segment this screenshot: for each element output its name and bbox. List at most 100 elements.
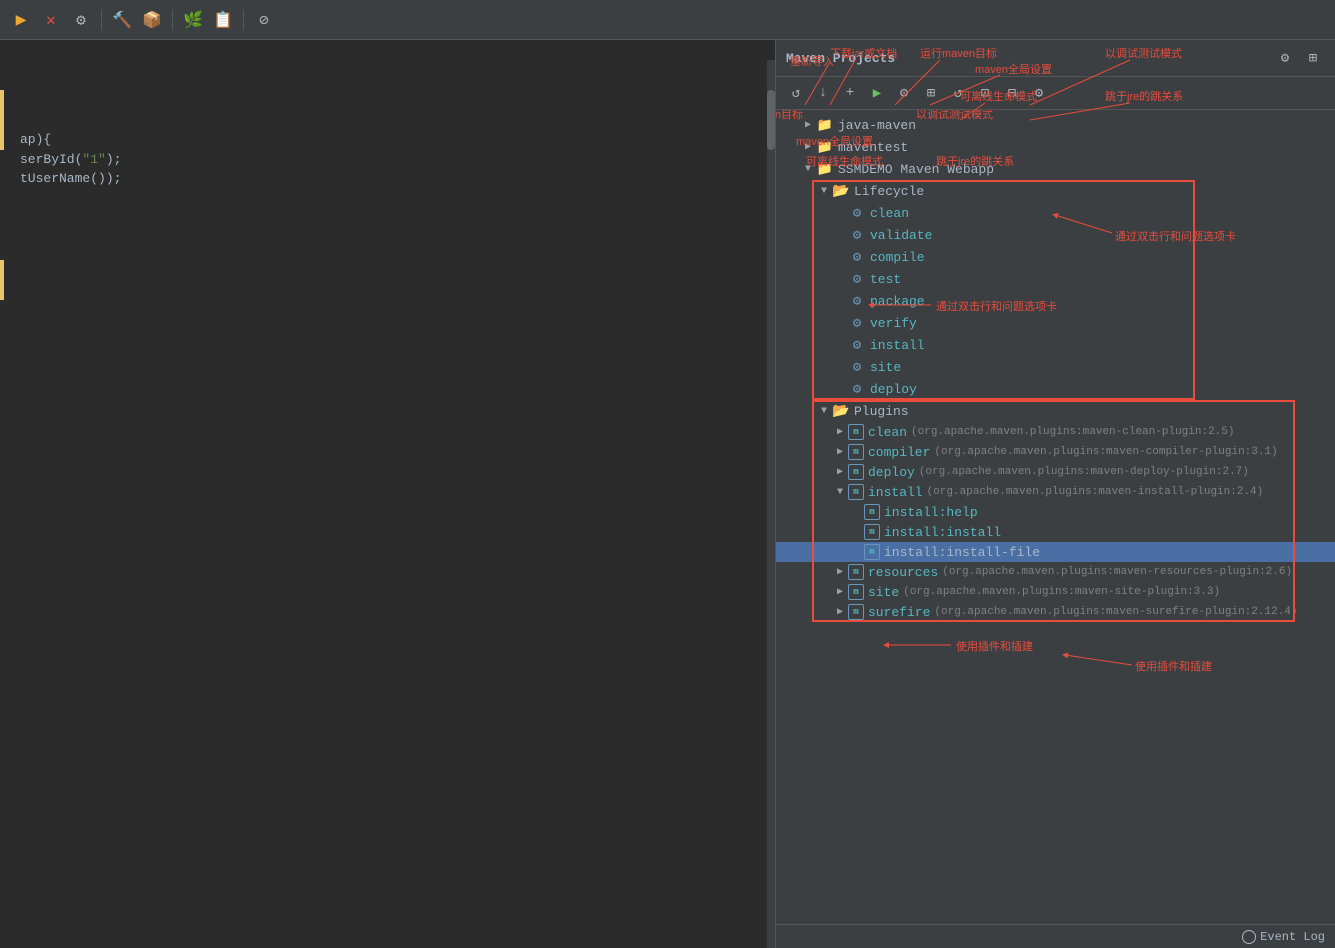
lifecycle-compile[interactable]: ⚙ compile (776, 246, 1335, 268)
event-log-btn[interactable]: Event Log (1242, 930, 1325, 944)
gear-icon-compile: ⚙ (848, 248, 866, 266)
gear-toolbar-icon[interactable]: ⚙ (68, 7, 94, 33)
gear-icon-verify: ⚙ (848, 314, 866, 332)
label-ssmdemo: SSMDEMO Maven Webapp (838, 162, 994, 177)
lifecycle-verify[interactable]: ⚙ verify (776, 312, 1335, 334)
plugin-icon-goal-help: m (864, 504, 880, 520)
lifecycle-clean[interactable]: ⚙ clean (776, 202, 1335, 224)
code-line-3: tUserName()); (0, 169, 775, 189)
lifecycle-test[interactable]: ⚙ test (776, 268, 1335, 290)
label-plugin-surefire-detail: (org.apache.maven.plugins:maven-surefire… (934, 606, 1297, 618)
label-plugin-surefire-name: surefire (868, 605, 930, 620)
label-goal-install-file: install:install-file (884, 545, 1040, 560)
git-icon[interactable]: 📋 (210, 7, 236, 33)
arrow-maventest: ▶ (800, 141, 816, 153)
arrow-plugin-clean: ▶ (832, 426, 848, 438)
yellow-bar-2 (0, 260, 4, 300)
arrow-plugin-install: ▼ (832, 487, 848, 498)
debug-btn[interactable]: ⊟ (1000, 81, 1024, 105)
project-ssmdemo[interactable]: ▼ 📁 SSMDEMO Maven Webapp (776, 158, 1335, 180)
plugin-icon-clean: m (848, 424, 864, 440)
goal-install-install[interactable]: m install:install (776, 522, 1335, 542)
arrow-plugin-deploy: ▶ (832, 466, 848, 478)
label-maventest: maventest (838, 140, 908, 155)
label-clean: clean (870, 206, 909, 221)
label-verify: verify (870, 316, 917, 331)
label-plugin-install-name: install (868, 485, 923, 500)
folder-icon-lifecycle: 📂 (832, 182, 850, 200)
lifecycle-package[interactable]: ⚙ package (776, 290, 1335, 312)
gear-icon-install: ⚙ (848, 336, 866, 354)
folder-lifecycle[interactable]: ▼ 📂 Lifecycle (776, 180, 1335, 202)
refresh-btn[interactable]: ↺ (784, 81, 808, 105)
offline-btn[interactable]: ↺ (946, 81, 970, 105)
plugin-resources[interactable]: ▶ m resources (org.apache.maven.plugins:… (776, 562, 1335, 582)
goal-install-install-file[interactable]: m install:install-file (776, 542, 1335, 562)
label-plugin-clean-detail: (org.apache.maven.plugins:maven-clean-pl… (911, 426, 1234, 438)
settings-global-btn[interactable]: ⚙ (892, 81, 916, 105)
plugin-install[interactable]: ▼ m install (org.apache.maven.plugins:ma… (776, 482, 1335, 502)
plugins-section: ▼ 📂 Plugins ▶ m clean (org.apache.maven.… (776, 400, 1335, 622)
settings-btn[interactable]: ⚙ (1273, 46, 1297, 70)
plugin-compiler[interactable]: ▶ m compiler (org.apache.maven.plugins:m… (776, 442, 1335, 462)
lifecycle-install[interactable]: ⚙ install (776, 334, 1335, 356)
folder-icon-java-maven: 📁 (816, 116, 834, 134)
plugin-clean[interactable]: ▶ m clean (org.apache.maven.plugins:mave… (776, 422, 1335, 442)
folder-icon-maventest: 📁 (816, 138, 834, 156)
main-area: ap){ serById("1"); tUserName()); Maven P… (0, 40, 1335, 948)
maven-title: Maven Projects (786, 51, 895, 66)
label-deploy: deploy (870, 382, 917, 397)
expand-btn[interactable]: ⊞ (1301, 46, 1325, 70)
toolbar-sep-2 (172, 10, 173, 30)
toggle-btn[interactable]: ⊞ (919, 81, 943, 105)
arrow-plugin-compiler: ▶ (832, 446, 848, 458)
skip-tests-btn[interactable]: ⊡ (973, 81, 997, 105)
maven-toolbar: ↺ ↓ + ▶ ⚙ ⊞ ↺ ⊡ ⊟ ⚙ (776, 77, 1335, 110)
add-btn[interactable]: + (838, 81, 862, 105)
terminal-icon[interactable]: ⊘ (251, 7, 277, 33)
code-scrollbar-thumb (767, 90, 775, 150)
project-java-maven[interactable]: ▶ 📁 java-maven (776, 114, 1335, 136)
run-icon[interactable]: ▶ (8, 7, 34, 33)
maven-panel: Maven Projects ⚙ ⊞ ↺ ↓ + ▶ ⚙ ⊞ ↺ ⊡ ⊟ ⚙ (775, 40, 1335, 948)
label-plugins: Plugins (854, 404, 909, 419)
toolbar-sep-3 (243, 10, 244, 30)
goal-install-help[interactable]: m install:help (776, 502, 1335, 522)
download-btn[interactable]: ↓ (811, 81, 835, 105)
label-plugin-clean-name: clean (868, 425, 907, 440)
lifecycle-validate[interactable]: ⚙ validate (776, 224, 1335, 246)
label-plugin-deploy-name: deploy (868, 465, 915, 480)
gear-icon-validate: ⚙ (848, 226, 866, 244)
gear-icon-site: ⚙ (848, 358, 866, 376)
run2-icon[interactable]: 🌿 (180, 7, 206, 33)
run-btn[interactable]: ▶ (865, 81, 889, 105)
label-compile: compile (870, 250, 925, 265)
lifecycle-site[interactable]: ⚙ site (776, 356, 1335, 378)
event-log-label: Event Log (1260, 930, 1325, 944)
folder-plugins[interactable]: ▼ 📂 Plugins (776, 400, 1335, 422)
plugin-site[interactable]: ▶ m site (org.apache.maven.plugins:maven… (776, 582, 1335, 602)
build-icon[interactable]: 🔨 (109, 7, 135, 33)
plugin-surefire[interactable]: ▶ m surefire (org.apache.maven.plugins:m… (776, 602, 1335, 622)
label-validate: validate (870, 228, 932, 243)
code-line-2: serById("1"); (0, 150, 775, 170)
code-line-1: ap){ (0, 130, 775, 150)
arrow-plugin-resources: ▶ (832, 566, 848, 578)
lifecycle-deploy[interactable]: ⚙ deploy (776, 378, 1335, 400)
module-icon[interactable]: 📦 (139, 7, 165, 33)
plugin-icon-goal-install: m (864, 524, 880, 540)
stop-icon[interactable]: ✕ (38, 7, 64, 33)
label-goal-help: install:help (884, 505, 978, 520)
code-scrollbar[interactable] (767, 60, 775, 948)
label-goal-install: install:install (884, 525, 1001, 540)
gear-icon-clean: ⚙ (848, 204, 866, 222)
label-lifecycle: Lifecycle (854, 184, 924, 199)
bottom-bar: Event Log (776, 924, 1335, 948)
project-maventest[interactable]: ▶ 📁 maventest (776, 136, 1335, 158)
label-install: install (870, 338, 925, 353)
plugin-deploy[interactable]: ▶ m deploy (org.apache.maven.plugins:mav… (776, 462, 1335, 482)
maven-tree[interactable]: 重新导入 下载jar或文档 运行maven目标 maven全局设置 以调试测试模… (776, 110, 1335, 924)
code-content: ap){ serById("1"); tUserName()); (0, 40, 775, 199)
config-btn[interactable]: ⚙ (1027, 81, 1051, 105)
toolbar-sep-1 (101, 10, 102, 30)
